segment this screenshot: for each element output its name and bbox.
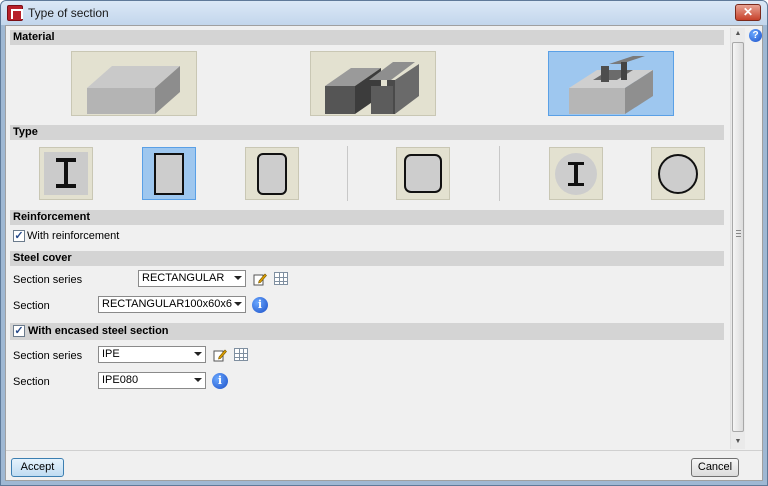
title-bar: Type of section ✕ <box>1 1 767 25</box>
scroll-down-icon[interactable]: ▼ <box>731 436 745 448</box>
scrollbar-grip-icon <box>736 230 741 237</box>
circle-section-icon <box>658 154 698 194</box>
accept-button[interactable]: Accept <box>11 458 64 477</box>
steel-cover-section-value: RECTANGULAR100x60x6 <box>102 298 233 310</box>
encased-series-value: IPE <box>102 348 120 360</box>
type-tile-rectangular[interactable] <box>142 147 196 200</box>
type-tile-rounded-square[interactable] <box>396 147 450 200</box>
type-tile-circular[interactable] <box>651 147 705 200</box>
section-header-type: Type <box>10 125 724 140</box>
type-tile-rounded-rectangular[interactable] <box>245 147 299 200</box>
content-area: Material Type Reinforcement ✓ With reinf… <box>10 29 724 447</box>
edit-icon[interactable] <box>253 272 267 286</box>
steel-profile-icon <box>325 62 419 114</box>
with-reinforcement-checkbox[interactable]: ✓ <box>13 230 25 242</box>
dialog-window: Type of section ✕ Material Type Reinforc… <box>0 0 768 486</box>
steel-cover-series-value: RECTANGULAR <box>142 272 225 284</box>
table-icon[interactable] <box>234 348 248 361</box>
encased-steel-label: With encased steel section <box>28 325 169 337</box>
encased-steel-checkbox[interactable]: ✓ <box>13 325 25 337</box>
chevron-down-icon <box>194 378 202 382</box>
section-header-encased: ✓ With encased steel section <box>10 323 724 340</box>
close-button[interactable]: ✕ <box>735 4 761 21</box>
window-title: Type of section <box>28 6 109 20</box>
chevron-down-icon <box>194 352 202 356</box>
chevron-down-icon <box>234 276 242 280</box>
type-tile-i-shape[interactable] <box>39 147 93 200</box>
rounded-square-section-icon <box>404 154 442 193</box>
info-icon[interactable]: i <box>212 373 228 389</box>
type-separator-1 <box>347 146 348 201</box>
encased-series-label: Section series <box>13 350 83 362</box>
section-header-material: Material <box>10 30 724 45</box>
encased-section-value: IPE080 <box>102 374 139 386</box>
steel-cover-section-select[interactable]: RECTANGULAR100x60x6 <box>98 296 246 313</box>
help-icon[interactable]: ? <box>749 29 762 42</box>
with-reinforcement-label: With reinforcement <box>27 230 120 242</box>
rectangle-section-icon <box>154 153 184 195</box>
rounded-rectangle-section-icon <box>257 153 287 195</box>
concrete-block-icon <box>87 66 180 114</box>
type-tile-circle-with-i[interactable] <box>549 147 603 200</box>
table-icon[interactable] <box>274 272 288 285</box>
footer-divider <box>6 450 762 451</box>
chevron-down-icon <box>234 302 242 306</box>
app-icon <box>7 5 23 21</box>
vertical-scrollbar[interactable]: ▲ ▼ <box>730 28 745 449</box>
steel-cover-section-label: Section <box>13 300 50 312</box>
material-tile-concrete[interactable] <box>71 51 197 116</box>
section-header-reinforcement: Reinforcement <box>10 210 724 225</box>
encased-section-label: Section <box>13 376 50 388</box>
section-header-steel-cover: Steel cover <box>10 251 724 266</box>
encased-section-select[interactable]: IPE080 <box>98 372 206 389</box>
info-icon[interactable]: i <box>252 297 268 313</box>
dialog-client: Material Type Reinforcement ✓ With reinf… <box>5 25 763 481</box>
cancel-button[interactable]: Cancel <box>691 458 739 477</box>
i-section-icon <box>44 152 88 195</box>
steel-cover-series-select[interactable]: RECTANGULAR <box>138 270 246 287</box>
scroll-up-icon[interactable]: ▲ <box>731 28 745 40</box>
material-tile-composite[interactable] <box>548 51 674 116</box>
edit-icon[interactable] <box>213 348 227 362</box>
circle-i-section-icon <box>555 153 597 195</box>
type-separator-2 <box>499 146 500 201</box>
composite-section-icon <box>569 56 653 114</box>
scrollbar-thumb[interactable] <box>732 42 744 432</box>
material-tile-steel[interactable] <box>310 51 436 116</box>
encased-series-select[interactable]: IPE <box>98 346 206 363</box>
steel-cover-series-label: Section series <box>13 274 83 286</box>
